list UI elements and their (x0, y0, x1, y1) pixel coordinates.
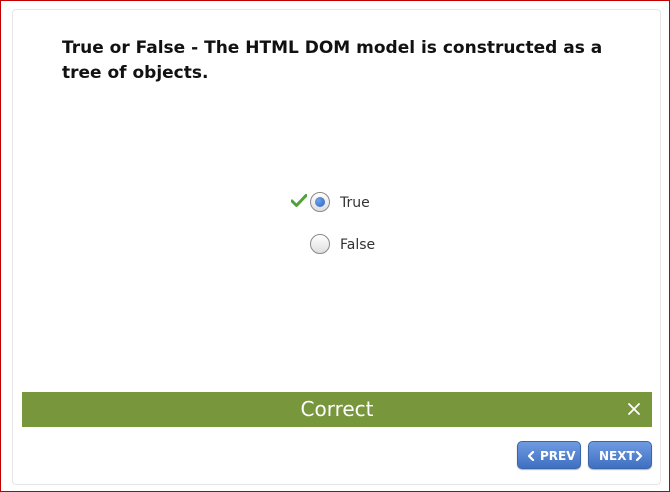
next-button-label: NEXT (599, 449, 635, 463)
question-text: True or False - The HTML DOM model is co… (62, 38, 603, 83)
feedback-banner: Correct (22, 392, 652, 427)
false-radio-button[interactable] (310, 234, 330, 254)
option-true[interactable]: True (290, 190, 490, 216)
true-radio-button[interactable] (310, 192, 330, 212)
next-button[interactable]: NEXT (588, 441, 652, 469)
chevron-right-icon (635, 451, 643, 461)
option-false[interactable]: False (290, 232, 490, 258)
option-label-false: False (340, 237, 376, 253)
feedback-text: Correct (300, 397, 374, 421)
prev-button[interactable]: PREV (517, 441, 581, 469)
prev-button-label: PREV (540, 449, 576, 463)
option-label-true: True (340, 195, 370, 211)
close-icon[interactable] (626, 401, 642, 417)
check-icon (290, 193, 308, 209)
chevron-left-icon (527, 451, 535, 461)
answer-options: True False (290, 190, 490, 274)
